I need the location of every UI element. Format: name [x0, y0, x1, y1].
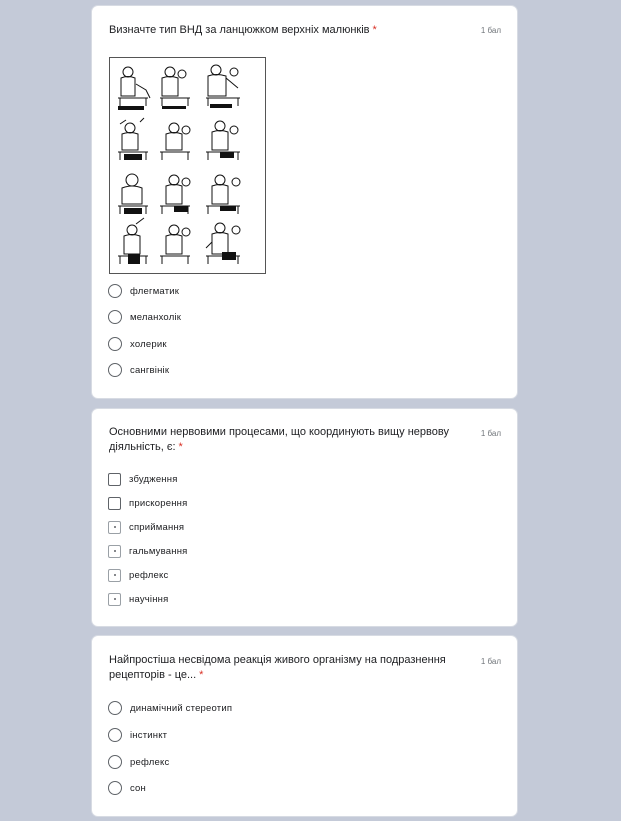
checkbox[interactable] [108, 496, 121, 510]
required-asterisk: * [199, 669, 204, 681]
option-sleep[interactable]: сон [108, 780, 146, 796]
checkbox[interactable] [108, 472, 121, 486]
option-label: рефлекс [130, 756, 170, 768]
option-excitation[interactable]: збудження [108, 471, 178, 487]
option-inhibition[interactable]: гальмування [108, 543, 187, 559]
question-title: Найпростіша несвідома реакція живого орг… [109, 654, 446, 681]
option-label: рефлекс [129, 569, 169, 581]
option-dynamic-stereotype[interactable]: динамічний стереотип [108, 700, 232, 716]
option-choleric[interactable]: холерик [108, 336, 167, 352]
question-title: Визначте тип ВНД за ланцюжком верхніх ма… [109, 24, 377, 36]
option-label: прискорення [129, 497, 188, 509]
option-sanguine[interactable]: сангвінік [108, 362, 169, 378]
radio-button[interactable] [108, 701, 122, 715]
option-label: меланхолік [130, 311, 182, 323]
radio-button[interactable] [108, 284, 122, 298]
question-card-3: Найпростіша несвідома реакція живого орг… [91, 635, 518, 817]
option-label: холерик [130, 338, 167, 350]
checkbox[interactable] [108, 592, 121, 606]
option-label: збудження [129, 473, 178, 485]
radio-button[interactable] [108, 337, 122, 351]
option-reflex[interactable]: рефлекс [108, 754, 169, 770]
radio-button[interactable] [108, 755, 122, 769]
radio-button[interactable] [108, 728, 122, 742]
option-label: сон [130, 782, 146, 794]
points-label: 1 бал [480, 657, 501, 666]
option-perception[interactable]: сприймання [108, 519, 184, 535]
option-label: гальмування [129, 545, 188, 557]
radio-button[interactable] [108, 310, 122, 324]
option-label: динамічний стереотип [130, 702, 233, 714]
required-asterisk: * [372, 24, 377, 36]
option-phlegmatic[interactable]: флегматик [108, 283, 179, 299]
checkbox[interactable] [108, 568, 121, 582]
checkbox[interactable] [108, 544, 121, 558]
points-label: 1 бал [480, 26, 501, 35]
question-card-2: Основними нервовими процесами, що коорди… [91, 408, 518, 627]
points-label: 1 бал [480, 429, 501, 438]
option-acceleration[interactable]: прискорення [108, 495, 187, 511]
radio-button[interactable] [108, 781, 122, 795]
cartoon-strip-image [109, 57, 266, 274]
option-instinct[interactable]: інстинкт [108, 727, 167, 743]
option-reflex[interactable]: рефлекс [108, 567, 168, 583]
radio-button[interactable] [108, 363, 122, 377]
option-label: научіння [129, 593, 169, 605]
option-label: сангвінік [130, 364, 170, 376]
option-label: інстинкт [130, 729, 168, 741]
required-asterisk: * [178, 441, 183, 453]
option-label: сприймання [129, 521, 185, 533]
option-melancholic[interactable]: меланхолік [108, 309, 181, 325]
question-card-1: Визначте тип ВНД за ланцюжком верхніх ма… [91, 5, 518, 399]
option-learning[interactable]: научіння [108, 591, 168, 607]
question-title: Основними нервовими процесами, що коорди… [109, 426, 449, 453]
checkbox[interactable] [108, 520, 121, 534]
option-label: флегматик [130, 285, 180, 297]
